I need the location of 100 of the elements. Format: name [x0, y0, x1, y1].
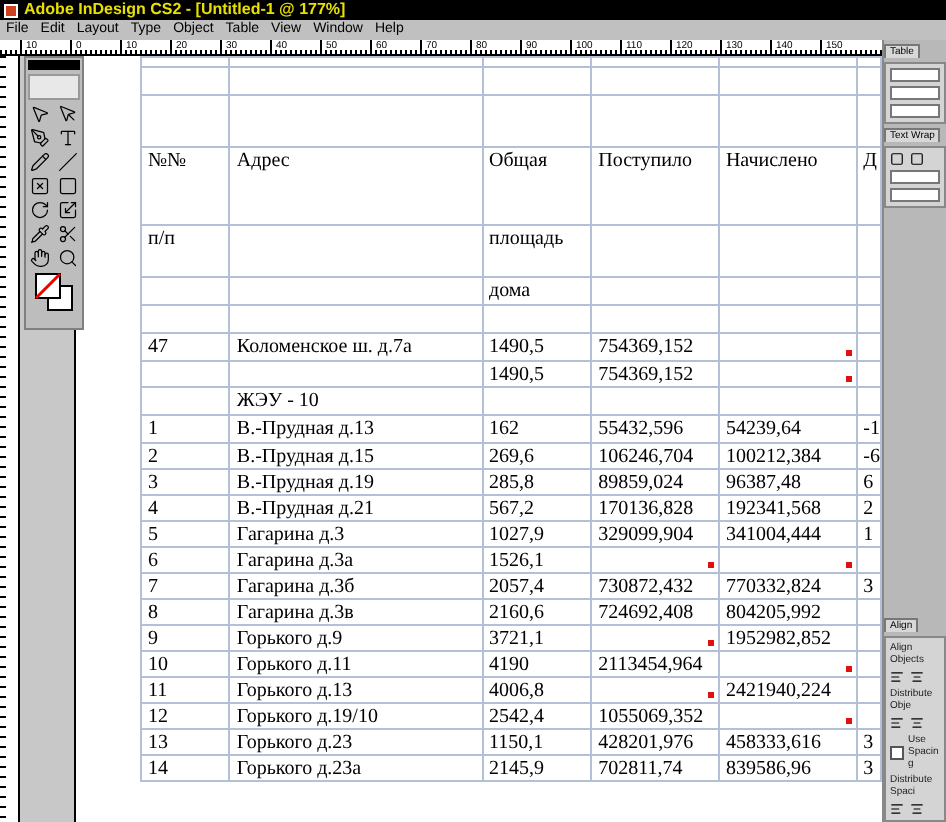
distribute-icon[interactable] [890, 802, 904, 816]
table-cell: ЖЭУ - 10 [229, 387, 482, 415]
table-cell: 10 [141, 651, 230, 677]
pencil-tool-icon[interactable] [29, 152, 49, 172]
table-cell: 804205,992 [718, 599, 857, 625]
app-icon [4, 3, 18, 17]
table-cell: 341004,444 [718, 521, 857, 547]
table-cell: 106246,704 [591, 443, 719, 469]
table-cell: 702811,74 [591, 755, 719, 781]
table-cell: 1490,5 [482, 333, 592, 361]
pen-tool-icon[interactable] [29, 128, 49, 148]
table-cell: Горького д.23 [229, 729, 482, 755]
table-cell [591, 305, 719, 333]
table-cell [718, 95, 857, 147]
table-cell: 96387,48 [718, 469, 857, 495]
table-cell: 1526,1 [482, 547, 592, 573]
table-cell: 6 [141, 547, 230, 573]
input-field[interactable] [890, 170, 940, 184]
table-cell: 47 [141, 333, 230, 361]
selection-tool-icon[interactable] [29, 104, 49, 124]
table-cell: 329099,904 [591, 521, 719, 547]
table-cell [482, 67, 592, 95]
table-cell [141, 67, 230, 95]
eyedropper-tool-icon[interactable] [29, 224, 49, 244]
table-cell: 4 [141, 495, 230, 521]
input-field[interactable] [890, 188, 940, 202]
overset-marker [845, 562, 852, 568]
table-cell: 1055069,352 [591, 703, 719, 729]
table-cell: Горького д.19/10 [229, 703, 482, 729]
table-cell: 2145,9 [482, 755, 592, 781]
table-cell: 162 [482, 415, 592, 443]
table-cell: дома [482, 277, 592, 305]
table-cell: Горького д.23а [229, 755, 482, 781]
app-logo-icon [28, 74, 80, 100]
table-cell: В.-Прудная д.13 [229, 415, 482, 443]
table-cell: 3721,1 [482, 625, 592, 651]
table-cell: 54239,64 [718, 415, 857, 443]
table-cell: В.-Прудная д.15 [229, 443, 482, 469]
overset-marker [845, 666, 852, 672]
table-cell [482, 95, 592, 147]
rectangle-tool-icon[interactable] [57, 176, 77, 196]
input-field[interactable] [890, 68, 940, 82]
rotate-tool-icon[interactable] [29, 200, 49, 220]
table-cell: 11 [141, 677, 230, 703]
input-field[interactable] [890, 104, 940, 118]
table-cell: 724692,408 [591, 599, 719, 625]
table-cell: 2421940,224 [718, 677, 857, 703]
overset-marker [707, 640, 714, 646]
table-cell: 1490,5 [482, 361, 592, 387]
table-cell: 170136,828 [591, 495, 719, 521]
hand-tool-icon[interactable] [29, 248, 49, 268]
table-cell: 4190 [482, 651, 592, 677]
table-cell [482, 305, 592, 333]
table-cell: 2542,4 [482, 703, 592, 729]
table-cell: 5 [141, 521, 230, 547]
table-cell: Общая [482, 147, 592, 225]
overset-marker [845, 350, 852, 356]
overset-marker [845, 718, 852, 724]
scale-tool-icon[interactable] [57, 200, 77, 220]
line-tool-icon[interactable] [57, 152, 77, 172]
type-tool-icon[interactable] [57, 128, 77, 148]
table-cell: 285,8 [482, 469, 592, 495]
table-cell: Горького д.11 [229, 651, 482, 677]
table-cell: 14 [141, 755, 230, 781]
zoom-tool-icon[interactable] [57, 248, 77, 268]
table-cell: Гагарина д.3б [229, 573, 482, 599]
table-cell [141, 305, 230, 333]
table-cell: 1027,9 [482, 521, 592, 547]
table-cell: 13 [141, 729, 230, 755]
align-left-icon[interactable] [890, 670, 904, 684]
table-cell: Адрес [229, 147, 482, 225]
overset-marker [707, 692, 714, 698]
table-cell: Поступило [591, 147, 719, 225]
table-cell: Гагарина д.3а [229, 547, 482, 573]
distribute-icon[interactable] [890, 716, 904, 730]
input-field[interactable] [890, 86, 940, 100]
table-cell [591, 67, 719, 95]
distribute-icon[interactable] [910, 802, 924, 816]
table-cell: В.-Прудная д.21 [229, 495, 482, 521]
frame-tool-icon[interactable] [29, 176, 49, 196]
table-cell: 1 [141, 415, 230, 443]
scissors-tool-icon[interactable] [57, 224, 77, 244]
direct-selection-tool-icon[interactable] [57, 104, 77, 124]
fill-stroke-swatch-icon[interactable] [32, 272, 76, 312]
overset-marker [845, 376, 852, 382]
align-center-icon[interactable] [910, 670, 924, 684]
window-title: Adobe InDesign CS2 - [Untitled-1 @ 177%] [24, 0, 346, 20]
table-cell: Горького д.13 [229, 677, 482, 703]
distribute-icon[interactable] [910, 716, 924, 730]
table-cell: 770332,824 [718, 573, 857, 599]
checkbox[interactable] [890, 745, 904, 759]
table-cell: 2160,6 [482, 599, 592, 625]
table-cell: 7 [141, 573, 230, 599]
table-cell: 269,6 [482, 443, 592, 469]
table-cell: площадь [482, 225, 592, 277]
table-cell: 8 [141, 599, 230, 625]
panel-title-bar [28, 60, 80, 70]
table-cell: Гагарина д.3в [229, 599, 482, 625]
table-cell [591, 95, 719, 147]
table-cell: Гагарина д.3 [229, 521, 482, 547]
